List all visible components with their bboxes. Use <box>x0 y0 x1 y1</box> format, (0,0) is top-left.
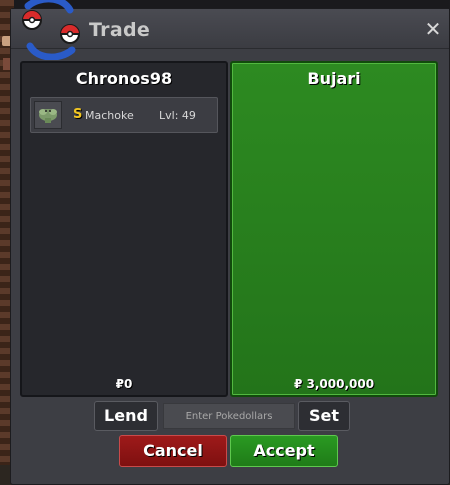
close-icon[interactable]: ✕ <box>423 19 443 39</box>
pokeball-logo-icon <box>22 0 80 60</box>
my-money-offer: ₽0 <box>115 377 133 391</box>
partner-offer-panel: Bujari ₽ 3,000,000 <box>230 61 438 397</box>
trade-item-slot[interactable]: S Machoke Lvl: 49 <box>30 97 218 133</box>
machoke-sprite-icon <box>34 101 62 129</box>
set-button[interactable]: Set <box>298 401 350 431</box>
my-offer-panel: Chronos98 S Machoke Lvl: 49 ₽0 <box>20 61 228 397</box>
pokedollars-input[interactable] <box>163 403 295 429</box>
partner-money-offer: ₽ 3,000,000 <box>293 377 375 391</box>
cancel-button[interactable]: Cancel <box>119 435 227 467</box>
my-player-name: Chronos98 <box>75 69 173 88</box>
pokemon-name: Machoke <box>85 109 134 122</box>
pokemon-level: Lvl: 49 <box>159 109 196 122</box>
partner-player-name: Bujari <box>307 69 361 88</box>
lend-button[interactable]: Lend <box>94 401 158 431</box>
shiny-badge: S <box>73 107 83 122</box>
accept-button[interactable]: Accept <box>230 435 338 467</box>
trade-window: Trade ✕ Chronos98 S Machoke Lvl: 49 ₽0 B… <box>10 8 450 485</box>
offer-controls: Lend Set <box>11 401 449 431</box>
window-title: Trade <box>89 19 151 41</box>
